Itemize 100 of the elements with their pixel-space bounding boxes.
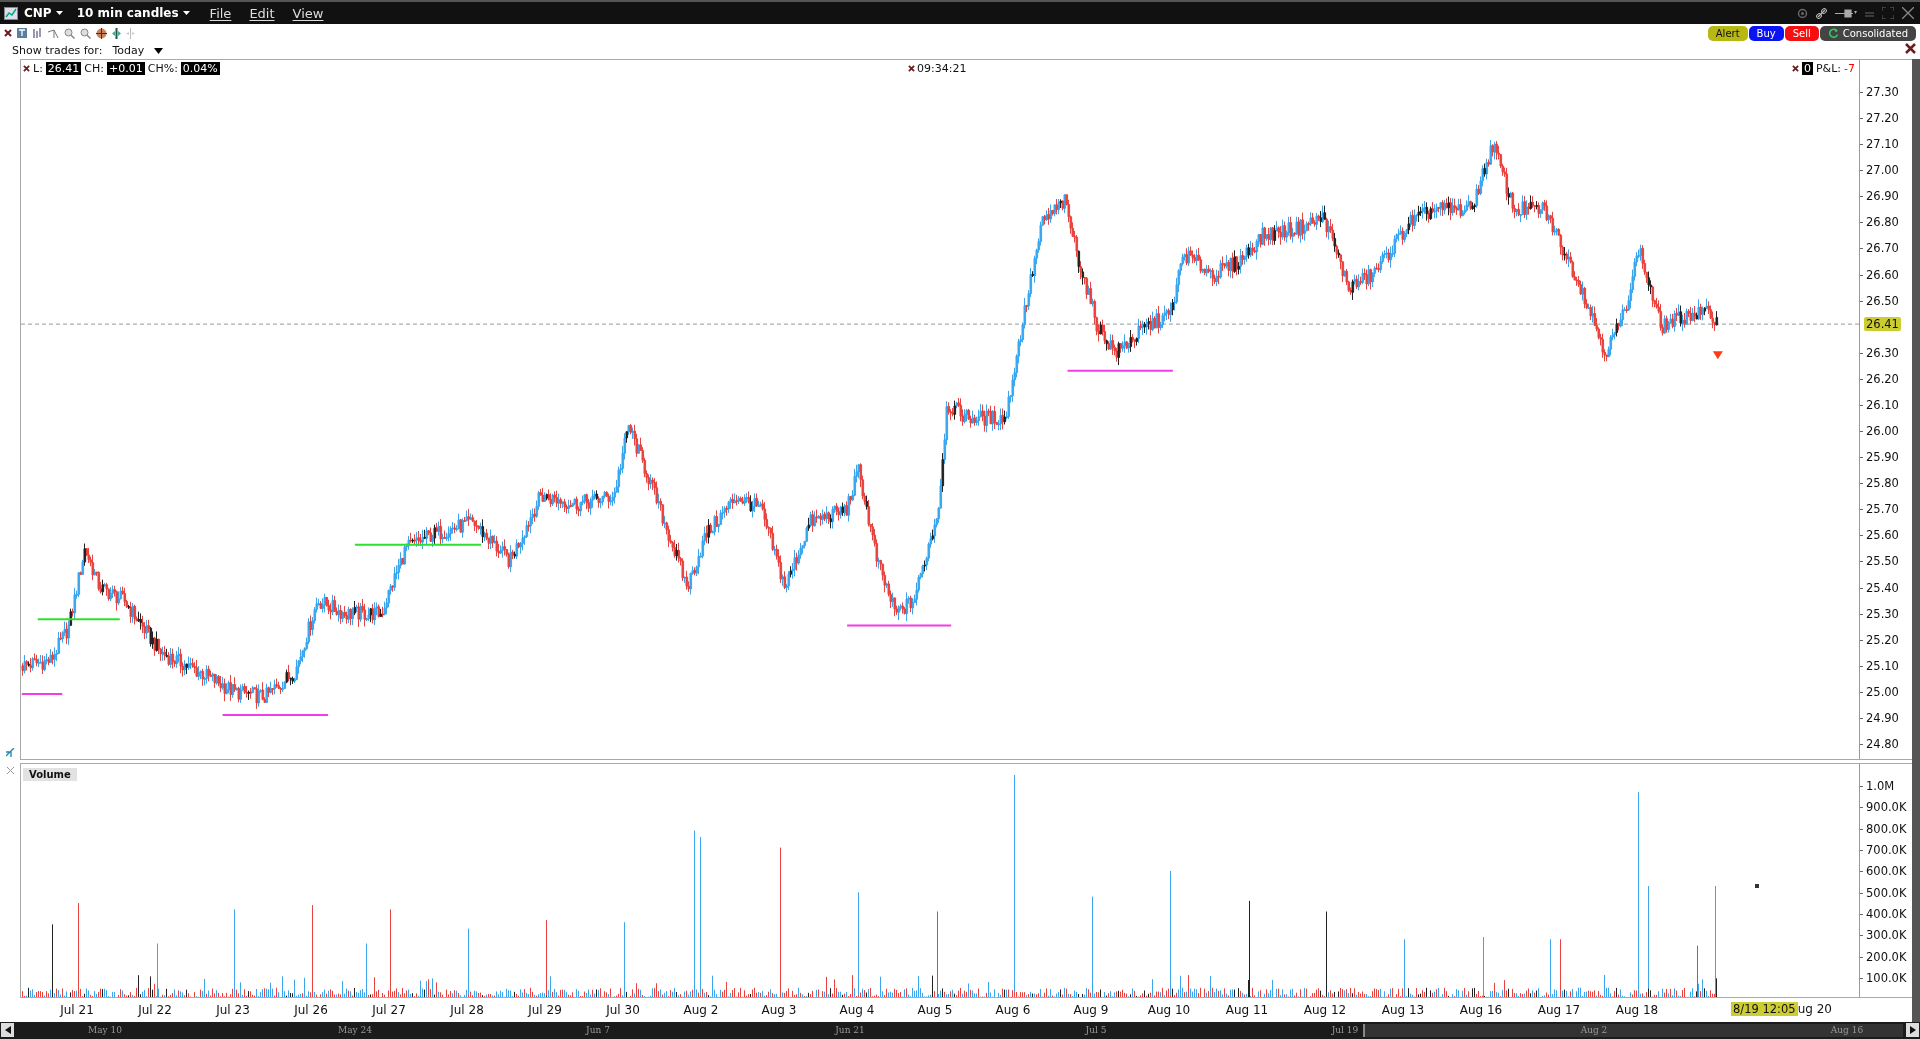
axis-tick-label: 500.0K xyxy=(1860,885,1907,900)
axis-tick-label: 26.60 xyxy=(1860,267,1899,282)
axis-tick-label: 27.30 xyxy=(1860,85,1899,99)
axis-date-label: Aug 9 xyxy=(1073,1003,1109,1017)
axis-date-label: Jul 27 xyxy=(372,1003,406,1017)
link-icon[interactable] xyxy=(1816,7,1827,19)
timeline-label: Jun 7 xyxy=(586,1025,610,1035)
axis-tick-label: 26.50 xyxy=(1860,293,1899,308)
right-arrow-icon xyxy=(1909,1026,1916,1034)
readout-label: L: xyxy=(33,62,43,75)
timeline-label: May 24 xyxy=(338,1025,372,1035)
axis-date-label: Jul 21 xyxy=(60,1003,94,1017)
gear-icon[interactable] xyxy=(1797,7,1808,19)
timeline-label: Jun 21 xyxy=(835,1025,865,1035)
zoom-in-icon[interactable] xyxy=(64,27,75,39)
timeline-label: Jul 19 xyxy=(1331,1025,1359,1035)
axis-tick-label: 200.0K xyxy=(1860,949,1907,964)
axis-tick-label: 300.0K xyxy=(1860,928,1907,943)
close-icon[interactable] xyxy=(4,29,12,37)
axis-tick-label: 25.60 xyxy=(1860,528,1899,543)
split-icon[interactable] xyxy=(112,27,121,39)
readout-label: CH: xyxy=(84,62,104,75)
axis-tick-label: 26.20 xyxy=(1860,371,1899,386)
axis-tick-label: 26.00 xyxy=(1860,424,1899,439)
axis-tick-label: 900.0K xyxy=(1860,800,1907,815)
cursor-time-label: 8/19 12:05 xyxy=(1731,1002,1798,1016)
axis-tick-label: 26.70 xyxy=(1860,241,1899,256)
filter-label: Show trades for: xyxy=(12,44,103,57)
pin-icon[interactable] xyxy=(1835,8,1857,18)
axis-tick-label: 25.30 xyxy=(1860,606,1899,621)
close-icon[interactable] xyxy=(1902,7,1914,19)
axis-tick-label: 25.00 xyxy=(1860,684,1899,699)
menu-item[interactable]: Edit xyxy=(249,5,275,21)
menu-item[interactable]: File xyxy=(209,5,232,21)
last-price-label: 26.41 xyxy=(1864,317,1901,332)
axis-tick-label: 600.0K xyxy=(1860,864,1907,879)
scroll-right-button[interactable] xyxy=(1906,1023,1919,1037)
collapse-icon[interactable] xyxy=(6,748,15,757)
axis-tick-label: 25.10 xyxy=(1860,658,1899,673)
close-icon[interactable] xyxy=(1792,65,1799,72)
axis-tick-label: 1.0M xyxy=(1860,779,1895,793)
axis-date-label: Jul 28 xyxy=(450,1003,484,1017)
chart-logo-icon[interactable] xyxy=(4,6,18,20)
readout-value: +0.01 xyxy=(107,62,145,75)
close-icon[interactable] xyxy=(1905,43,1916,54)
axis-tick-label: 26.10 xyxy=(1860,397,1899,412)
axis-tick-label: 100.0K xyxy=(1860,970,1907,985)
axis-tick-label: 27.20 xyxy=(1860,111,1899,126)
axis-tick-label: 25.20 xyxy=(1860,632,1899,647)
support-line xyxy=(21,693,64,696)
axis-tick-label: 26.90 xyxy=(1860,189,1899,204)
axis-tick-label: 24.80 xyxy=(1860,737,1899,751)
axis-date-label: Aug 17 xyxy=(1537,1003,1581,1017)
order-marker-icon[interactable] xyxy=(1712,351,1723,360)
axis-date-label: Aug 3 xyxy=(761,1003,797,1017)
timeline-label: Aug 16 xyxy=(1830,1025,1864,1035)
axis-tick-label: 27.10 xyxy=(1860,137,1899,152)
consolidated-button[interactable]: Consolidated xyxy=(1819,25,1916,41)
time-readout: 09:34:21 xyxy=(917,62,967,75)
bars-icon[interactable] xyxy=(32,27,43,39)
axis-date-label: Aug 6 xyxy=(995,1003,1031,1017)
crosshair-icon[interactable] xyxy=(96,27,107,39)
axis-date-label: Jul 22 xyxy=(138,1003,172,1017)
readout-value: 0.04% xyxy=(180,62,220,75)
text-tool-icon[interactable] xyxy=(17,28,27,38)
cursor-icon[interactable] xyxy=(48,27,59,39)
caret-icon[interactable] xyxy=(55,11,63,15)
scrollbar-thumb[interactable] xyxy=(1363,1024,1903,1037)
close-icon[interactable] xyxy=(23,65,30,72)
symbol-dropdown[interactable]: CNP xyxy=(24,6,52,20)
axis-tick-label: 800.0K xyxy=(1860,821,1907,836)
axis-tick-label: 27.00 xyxy=(1860,163,1899,178)
axis-date-label: Aug 4 xyxy=(839,1003,875,1017)
alert-button[interactable]: Alert xyxy=(1707,25,1748,41)
chart-type-dropdown[interactable]: 10 min candles xyxy=(76,6,179,20)
axis-date-label: Aug 10 xyxy=(1147,1003,1191,1017)
axis-date-label: Jul 29 xyxy=(528,1003,562,1017)
axis-tick-label: 400.0K xyxy=(1860,906,1907,921)
close-icon[interactable] xyxy=(908,65,915,72)
menu-item[interactable]: View xyxy=(292,5,324,21)
sell-button[interactable]: Sell xyxy=(1784,25,1819,41)
axis-tick-label: 25.50 xyxy=(1860,554,1899,569)
timeline-label: Aug 2 xyxy=(1580,1025,1608,1035)
caret-icon[interactable] xyxy=(154,47,164,54)
pane-title: Volume xyxy=(23,768,77,781)
axis-date-label: Jul 26 xyxy=(294,1003,328,1017)
timeline-label: Jul 5 xyxy=(1085,1025,1107,1035)
axis-tick-label: 25.40 xyxy=(1860,580,1899,595)
filter-dropdown[interactable]: Today xyxy=(112,44,145,57)
axis-date-label: Jul 30 xyxy=(606,1003,640,1017)
left-arrow-icon xyxy=(4,1026,11,1034)
axis-date-label: Aug 5 xyxy=(917,1003,953,1017)
pnl-label: P&L: xyxy=(1816,62,1842,75)
scroll-left-button[interactable] xyxy=(1,1023,14,1037)
zoom-out-icon[interactable] xyxy=(80,27,91,39)
caret-icon[interactable] xyxy=(182,11,190,15)
buy-button[interactable]: Buy xyxy=(1748,25,1784,41)
axis-date-label: ug 20 xyxy=(1797,1002,1832,1016)
axis-tick-label: 26.80 xyxy=(1860,215,1899,230)
readout-label: CH%: xyxy=(147,62,178,75)
